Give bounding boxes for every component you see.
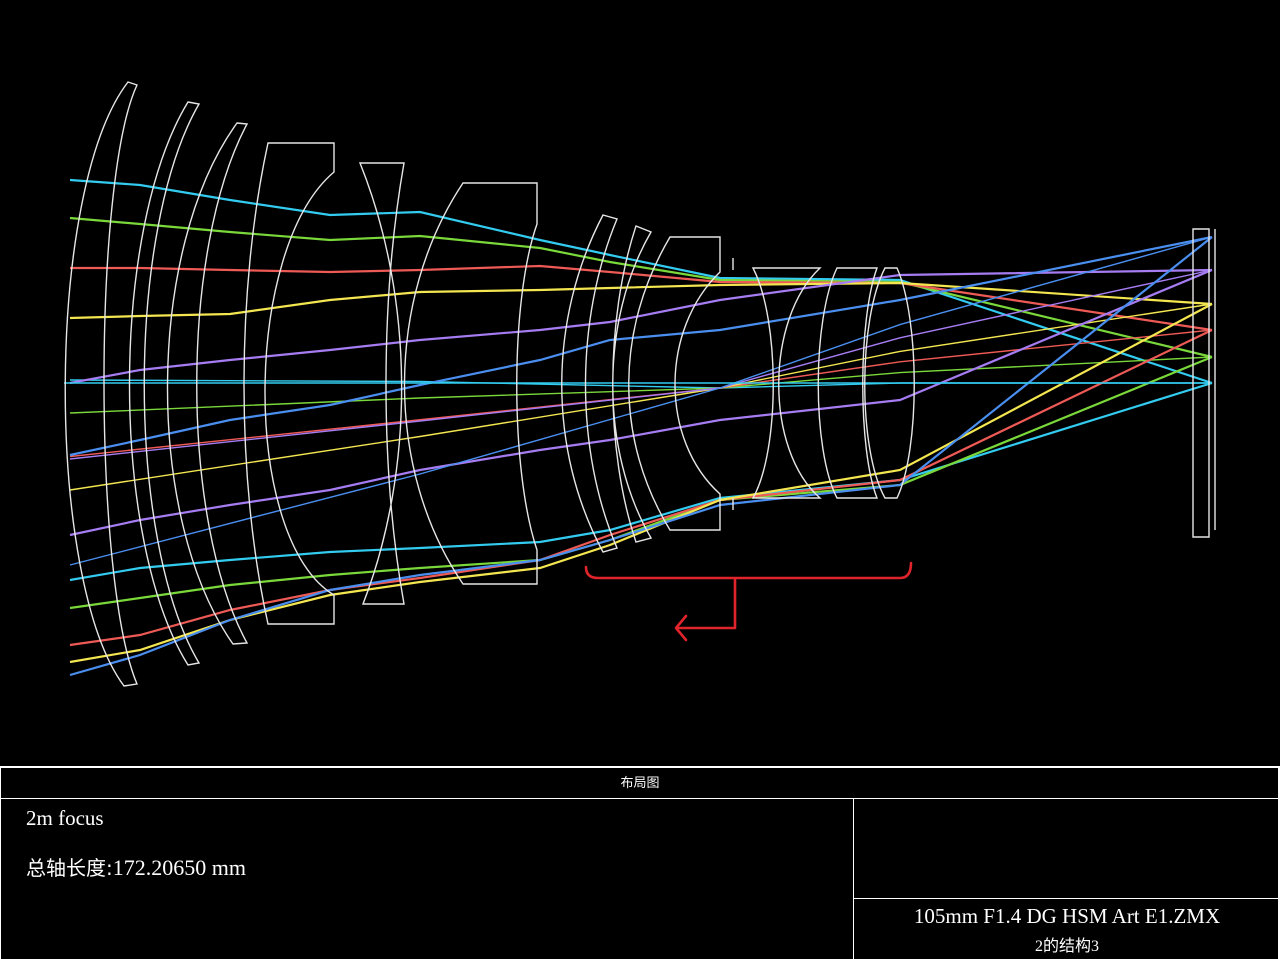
total-length-row: 总轴长度:172.20650 mm bbox=[26, 852, 246, 881]
focus-group-annotation bbox=[584, 561, 913, 642]
chief-ray-path bbox=[69, 356, 1213, 414]
total-length-label: 总轴长度: bbox=[26, 856, 113, 880]
layout-title: 布局图 bbox=[620, 776, 660, 791]
focus-direction-arrow bbox=[674, 578, 737, 642]
focus-note: 2m focus bbox=[26, 806, 104, 830]
title-block-cell-divider bbox=[853, 898, 1280, 899]
lens-element-1 bbox=[64, 81, 138, 687]
title-block-left-border bbox=[0, 766, 1, 959]
lens-elements bbox=[64, 81, 1216, 687]
chief-ray-path bbox=[69, 329, 1213, 458]
ray-path bbox=[69, 178, 1213, 385]
file-name: 105mm F1.4 DG HSM Art E1.ZMX bbox=[913, 904, 1221, 928]
chief-ray-path bbox=[69, 379, 1212, 389]
optical-layout-diagram bbox=[64, 81, 1216, 687]
focus-group-bracket bbox=[584, 561, 913, 580]
ray-fans bbox=[64, 178, 1213, 677]
chief-ray-path bbox=[69, 269, 1213, 460]
ray-path bbox=[70, 264, 1213, 332]
total-length-value: 172.20650 mm bbox=[112, 855, 246, 880]
ray-path bbox=[69, 329, 1213, 647]
title-block-header-divider bbox=[0, 798, 1280, 799]
title-block-top-border bbox=[0, 766, 1280, 768]
configuration-label: 2的结构3 bbox=[1034, 938, 1099, 955]
ray-path bbox=[69, 268, 1213, 537]
